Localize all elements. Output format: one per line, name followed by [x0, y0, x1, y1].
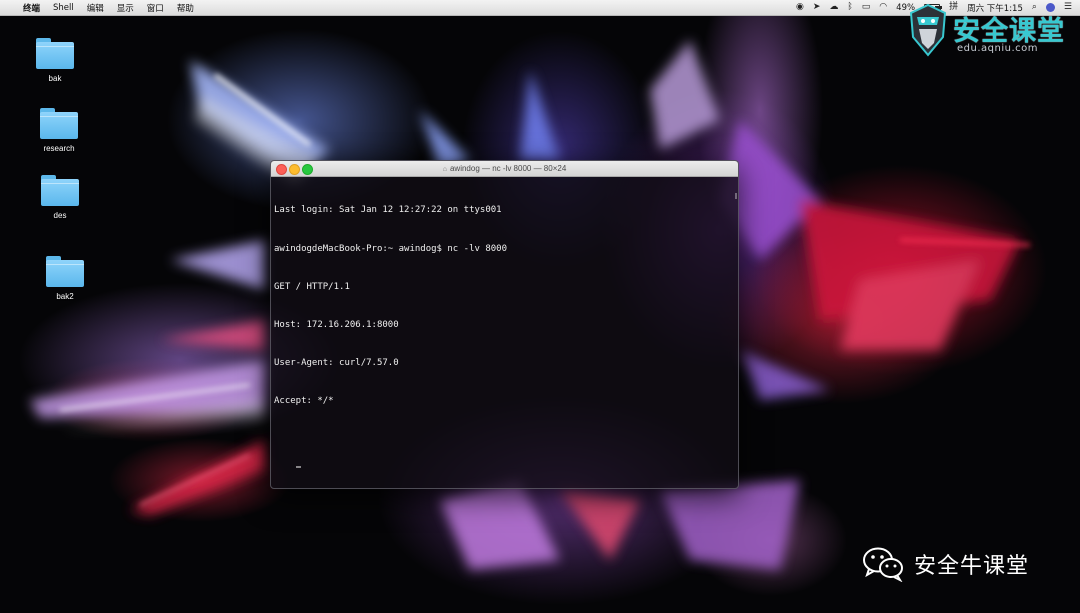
brand-watermark: 安全课堂 edu.aqniu.com: [905, 3, 1077, 61]
wechat-watermark: 安全牛课堂: [862, 545, 1029, 583]
terminal-line: GET / HTTP/1.1: [274, 281, 350, 292]
knight-mascot-icon: [909, 3, 947, 57]
terminal-title-text: awindog — nc -lv 8000 — 80×24: [449, 164, 567, 173]
send-icon[interactable]: ➤: [813, 0, 821, 15]
desktop-folder-des[interactable]: des: [30, 175, 90, 220]
folder-icon: [46, 256, 84, 287]
desktop-folder-label: des: [53, 211, 67, 220]
terminal-line: Host: 172.16.206.1:8000: [274, 319, 399, 330]
terminal-title: ⌂ awindog — nc -lv 8000 — 80×24: [271, 161, 738, 177]
desktop-folder-research[interactable]: research: [29, 108, 89, 153]
cloud-icon[interactable]: ☁: [829, 0, 838, 15]
folder-icon: [41, 175, 79, 206]
menu-help[interactable]: 帮助: [177, 2, 194, 14]
terminal-line: User-Agent: curl/7.57.0: [274, 357, 399, 368]
menu-view[interactable]: 显示: [117, 2, 134, 14]
desktop-folder-label: research: [43, 144, 75, 153]
terminal-line: Last login: Sat Jan 12 12:27:22 on ttys0…: [274, 205, 502, 216]
terminal-window[interactable]: ⌂ awindog — nc -lv 8000 — 80×24 Last logi…: [270, 160, 739, 489]
brand-url: edu.aqniu.com: [957, 43, 1038, 54]
terminal-scroll-indicator[interactable]: [735, 193, 737, 199]
terminal-titlebar[interactable]: ⌂ awindog — nc -lv 8000 — 80×24: [271, 161, 738, 177]
folder-icon: [40, 108, 78, 139]
folder-icon: [36, 38, 74, 69]
keyboard-icon[interactable]: ▭: [862, 0, 871, 15]
menu-shell[interactable]: Shell: [53, 3, 74, 13]
wechat-icon: [863, 547, 903, 582]
menu-window[interactable]: 窗口: [147, 2, 164, 14]
desktop-folder-label: bak: [48, 74, 62, 83]
menu-app-name[interactable]: 终端: [23, 2, 40, 14]
record-icon[interactable]: ◉: [796, 0, 804, 15]
menu-edit[interactable]: 编辑: [87, 2, 104, 14]
desktop-folder-label: bak2: [56, 292, 74, 301]
desktop-folder-bak2[interactable]: bak2: [35, 256, 95, 301]
wechat-account-label: 安全牛课堂: [914, 554, 1030, 579]
wifi-icon[interactable]: ◠: [879, 0, 887, 15]
terminal-cursor: [295, 466, 301, 469]
desktop-folder-bak[interactable]: bak: [25, 38, 85, 83]
terminal-line: Accept: */*: [274, 395, 334, 406]
terminal-line: awindogdeMacBook-Pro:~ awindog$ nc -lv 8…: [274, 243, 507, 254]
bluetooth-icon[interactable]: ᛒ: [847, 0, 852, 15]
home-folder-icon: ⌂: [442, 166, 447, 173]
menu-bar-left: 终端 Shell 编辑 显示 窗口 帮助: [10, 0, 207, 15]
terminal-content[interactable]: Last login: Sat Jan 12 12:27:22 on ttys0…: [271, 177, 738, 488]
